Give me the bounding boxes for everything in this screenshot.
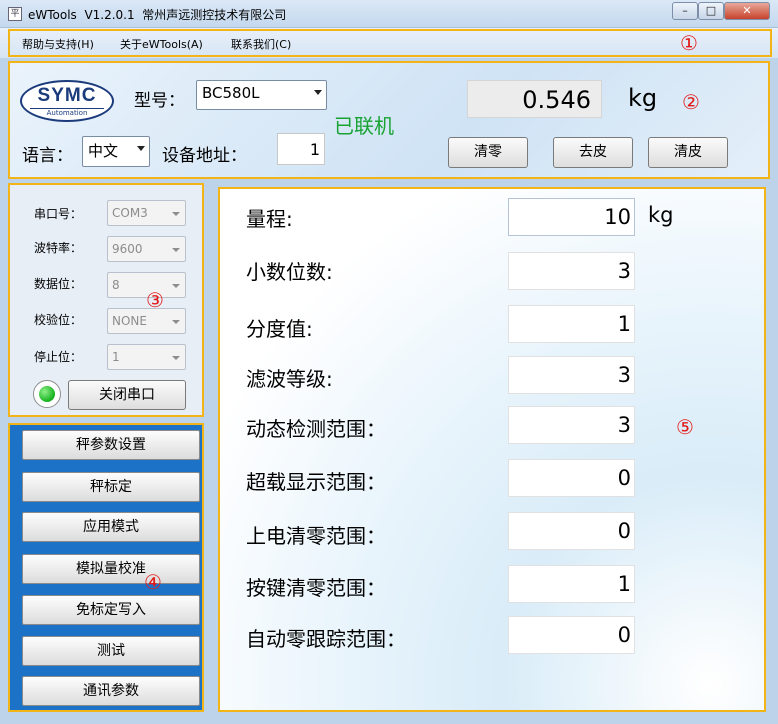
- menu-bar: 帮助与支持(H) 关于eWTools(A) 联系我们(C) ①: [0, 28, 778, 58]
- chevron-down-icon: [172, 248, 180, 252]
- port-label: 串口号：: [34, 207, 83, 221]
- chevron-down-icon: [137, 146, 145, 151]
- stopbits-value: 1: [112, 350, 120, 364]
- baud-value: 9600: [112, 242, 143, 256]
- division-input[interactable]: 1: [508, 305, 635, 343]
- parity-value: NONE: [112, 314, 147, 328]
- menu-about[interactable]: 关于eWTools(A): [120, 36, 203, 52]
- decimals-label: 小数位数:: [246, 260, 333, 284]
- powerzero-input[interactable]: 0: [508, 512, 635, 550]
- badge-4: ④: [144, 570, 162, 594]
- overload-label: 超载显示范围：: [246, 470, 386, 494]
- address-label: 设备地址：: [162, 146, 247, 166]
- nav-calibration-free-write[interactable]: 免标定写入: [22, 595, 200, 625]
- parity-select[interactable]: NONE: [107, 308, 186, 334]
- nav-test[interactable]: 测试: [22, 636, 200, 666]
- nav-analog-calibration[interactable]: 模拟量校准: [22, 554, 200, 584]
- zero-button[interactable]: 清零: [448, 137, 528, 168]
- databits-value: 8: [112, 278, 120, 292]
- language-value: 中文: [88, 142, 119, 160]
- motion-label: 动态检测范围：: [246, 417, 386, 441]
- powerzero-value: 0: [617, 519, 631, 543]
- close-port-button[interactable]: 关闭串口: [68, 380, 186, 410]
- menu-help[interactable]: 帮助与支持(H): [22, 36, 94, 52]
- parity-label: 校验位：: [34, 313, 83, 327]
- port-select[interactable]: COM3: [107, 200, 186, 226]
- motion-value: 3: [617, 413, 631, 437]
- nav-scale-params[interactable]: 秤参数设置: [22, 430, 200, 460]
- maximize-button[interactable]: □: [698, 2, 724, 20]
- autozero-value: 0: [617, 623, 631, 647]
- overload-input[interactable]: 0: [508, 459, 635, 497]
- minimize-button[interactable]: –: [672, 2, 698, 20]
- filter-input[interactable]: 3: [508, 356, 635, 394]
- chevron-down-icon: [172, 320, 180, 324]
- weight-value: 0.546: [522, 86, 591, 114]
- menu-contact[interactable]: 联系我们(C): [231, 36, 291, 52]
- overload-value: 0: [617, 466, 631, 490]
- nav-application-mode[interactable]: 应用模式: [22, 512, 200, 542]
- nav-scale-calibration[interactable]: 秤标定: [22, 472, 200, 502]
- division-value: 1: [617, 312, 631, 336]
- logo-text: SYMC: [37, 85, 97, 106]
- model-label: 型号：: [134, 91, 185, 111]
- window-title: eWTools V1.2.0.1 常州声远测控技术有限公司: [28, 8, 287, 22]
- chevron-down-icon: [172, 356, 180, 360]
- range-label: 量程:: [246, 207, 293, 231]
- keyzero-input[interactable]: 1: [508, 565, 635, 603]
- weight-display: 0.546: [467, 80, 602, 118]
- badge-2: ②: [682, 90, 700, 114]
- title-bar: 平 eWTools V1.2.0.1 常州声远测控技术有限公司 – □ ✕: [0, 0, 778, 28]
- filter-value: 3: [617, 363, 631, 387]
- decimals-value: 3: [617, 259, 631, 283]
- keyzero-value: 1: [617, 572, 631, 596]
- tare-button[interactable]: 去皮: [553, 137, 633, 168]
- connection-led-icon: [33, 380, 61, 408]
- autozero-input[interactable]: 0: [508, 616, 635, 654]
- nav-comm-params[interactable]: 通讯参数: [22, 676, 200, 706]
- range-input[interactable]: 10: [508, 198, 635, 236]
- address-input[interactable]: 1: [277, 133, 325, 165]
- model-select[interactable]: BC580L: [196, 80, 327, 110]
- filter-label: 滤波等级:: [246, 367, 333, 391]
- chevron-down-icon: [172, 212, 180, 216]
- badge-1: ①: [680, 31, 698, 55]
- keyzero-label: 按键清零范围：: [246, 576, 386, 600]
- chevron-down-icon: [314, 90, 322, 95]
- model-value: BC580L: [202, 84, 260, 102]
- language-label: 语言：: [22, 146, 73, 166]
- app-icon: 平: [8, 7, 22, 21]
- baud-label: 波特率：: [34, 241, 83, 255]
- stopbits-label: 停止位：: [34, 350, 83, 364]
- powerzero-label: 上电清零范围：: [246, 524, 386, 548]
- clear-tare-button[interactable]: 清皮: [648, 137, 728, 168]
- badge-5: ⑤: [676, 415, 694, 439]
- weight-unit: kg: [628, 84, 658, 112]
- close-button[interactable]: ✕: [724, 2, 770, 20]
- baud-select[interactable]: 9600: [107, 236, 186, 262]
- databits-label: 数据位：: [34, 277, 83, 291]
- range-unit: kg: [648, 203, 674, 227]
- autozero-label: 自动零跟踪范围：: [246, 627, 406, 651]
- logo-subtext: Automation: [30, 108, 104, 118]
- division-label: 分度值:: [246, 317, 313, 341]
- port-value: COM3: [112, 206, 148, 220]
- address-value: 1: [309, 140, 320, 159]
- stopbits-select[interactable]: 1: [107, 344, 186, 370]
- language-select[interactable]: 中文: [82, 136, 150, 167]
- connection-status: 已联机: [334, 114, 394, 138]
- motion-input[interactable]: 3: [508, 406, 635, 444]
- decimals-input[interactable]: 3: [508, 252, 635, 290]
- company-logo: SYMC Automation: [20, 80, 114, 122]
- chevron-down-icon: [172, 284, 180, 288]
- range-value: 10: [604, 205, 631, 229]
